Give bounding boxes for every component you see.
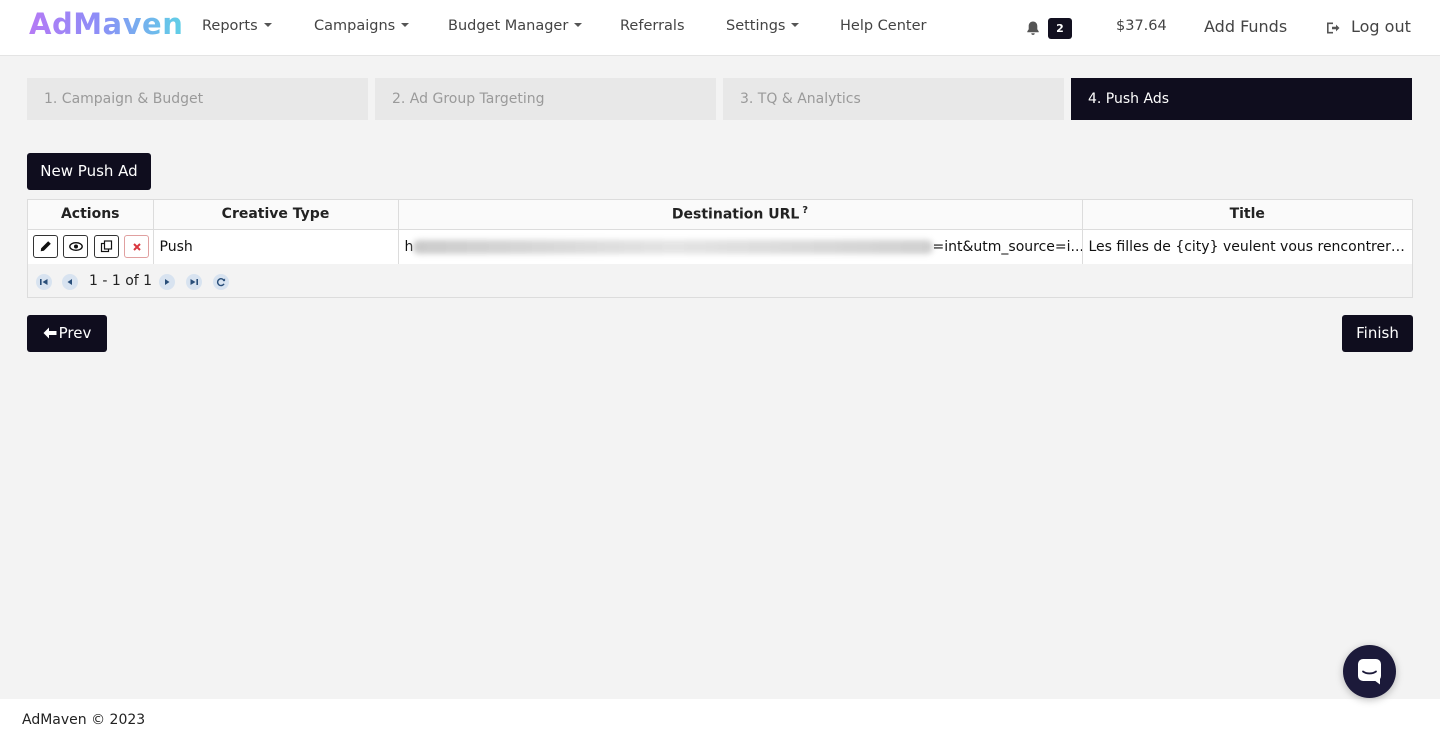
prev-page-button[interactable] xyxy=(62,274,78,290)
new-push-ad-button[interactable]: New Push Ad xyxy=(27,153,151,190)
help-icon[interactable]: ? xyxy=(802,205,808,216)
copyright-text: AdMaven © 2023 xyxy=(22,712,146,728)
table-header-row: Actions Creative Type Destination URL? T… xyxy=(28,200,1412,230)
nav-settings-label: Settings xyxy=(726,18,786,34)
edit-button[interactable] xyxy=(33,235,58,259)
push-ads-table: Actions Creative Type Destination URL? T… xyxy=(27,199,1413,298)
refresh-icon xyxy=(216,278,226,287)
row-actions xyxy=(28,229,154,264)
column-header-destination-url-label: Destination URL xyxy=(671,207,800,224)
chevron-down-icon xyxy=(401,23,410,27)
chevron-down-icon xyxy=(574,23,583,27)
cell-destination-url: h =int&utm_source=i... xyxy=(398,229,1083,264)
first-page-icon xyxy=(40,279,48,285)
url-text-end: =int&utm_source=i... xyxy=(932,238,1082,255)
step-push-ads[interactable]: 4. Push Ads xyxy=(1071,78,1412,120)
step-campaign-budget[interactable]: 1. Campaign & Budget xyxy=(27,78,368,120)
nav-budget-manager[interactable]: Budget Manager xyxy=(448,18,583,34)
last-page-icon xyxy=(190,279,198,285)
last-page-button[interactable] xyxy=(186,274,202,290)
eye-icon xyxy=(69,242,83,252)
copy-icon xyxy=(100,240,113,253)
nav-campaigns[interactable]: Campaigns xyxy=(314,18,410,34)
prev-button[interactable]: Prev xyxy=(27,315,107,352)
nav-referrals[interactable]: Referrals xyxy=(620,18,685,34)
table-row[interactable]: Push h =int&utm_source=i... Les filles d… xyxy=(28,229,1412,264)
column-header-destination-url[interactable]: Destination URL? xyxy=(398,200,1083,230)
chat-launcher-button[interactable] xyxy=(1343,645,1396,698)
account-balance: $37.64 xyxy=(1116,18,1167,34)
chevron-down-icon xyxy=(263,23,272,27)
notification-count-badge[interactable]: 2 xyxy=(1048,18,1072,39)
pencil-icon xyxy=(40,241,51,252)
preview-button[interactable] xyxy=(63,235,89,259)
nav-reports-label: Reports xyxy=(202,18,258,34)
duplicate-button[interactable] xyxy=(93,235,119,259)
nav-reports[interactable]: Reports xyxy=(202,18,272,34)
chevron-right-icon xyxy=(165,279,170,285)
step-ad-group-targeting[interactable]: 2. Ad Group Targeting xyxy=(375,78,716,120)
add-funds-link[interactable]: Add Funds xyxy=(1204,17,1287,36)
chevron-left-icon xyxy=(67,279,72,285)
column-header-title[interactable]: Title xyxy=(1082,200,1412,230)
refresh-button[interactable] xyxy=(213,274,229,290)
arrow-left-icon xyxy=(43,327,57,339)
chevron-down-icon xyxy=(791,23,800,27)
cell-creative-type: Push xyxy=(153,229,399,264)
page-range-text: 1 - 1 of 1 xyxy=(89,273,153,289)
top-navbar: AdMaven Reports Campaigns Budget Manager… xyxy=(0,0,1440,56)
finish-button[interactable]: Finish xyxy=(1342,315,1413,352)
redacted-url-blur xyxy=(412,239,933,254)
logout-icon[interactable] xyxy=(1325,20,1341,36)
nav-help-center[interactable]: Help Center xyxy=(840,18,926,34)
brand-logo[interactable]: AdMaven xyxy=(29,7,183,41)
column-header-actions: Actions xyxy=(28,200,154,230)
prev-button-label: Prev xyxy=(58,324,92,342)
first-page-button[interactable] xyxy=(36,274,52,290)
column-header-creative-type[interactable]: Creative Type xyxy=(153,200,399,230)
step-tq-analytics[interactable]: 3. TQ & Analytics xyxy=(723,78,1064,120)
nav-settings[interactable]: Settings xyxy=(726,18,800,34)
next-page-button[interactable] xyxy=(159,274,175,290)
close-icon xyxy=(133,243,141,251)
nav-campaigns-label: Campaigns xyxy=(314,18,396,34)
logout-link[interactable]: Log out xyxy=(1351,17,1411,36)
delete-button[interactable] xyxy=(124,235,150,259)
bell-icon[interactable] xyxy=(1025,20,1041,36)
nav-budget-manager-label: Budget Manager xyxy=(448,18,569,34)
cell-title: Les filles de {city} veulent vous rencon… xyxy=(1088,238,1413,255)
footer: AdMaven © 2023 xyxy=(0,699,1440,742)
chat-icon xyxy=(1358,659,1381,685)
table-pager: 1 - 1 of 1 xyxy=(28,266,1412,298)
